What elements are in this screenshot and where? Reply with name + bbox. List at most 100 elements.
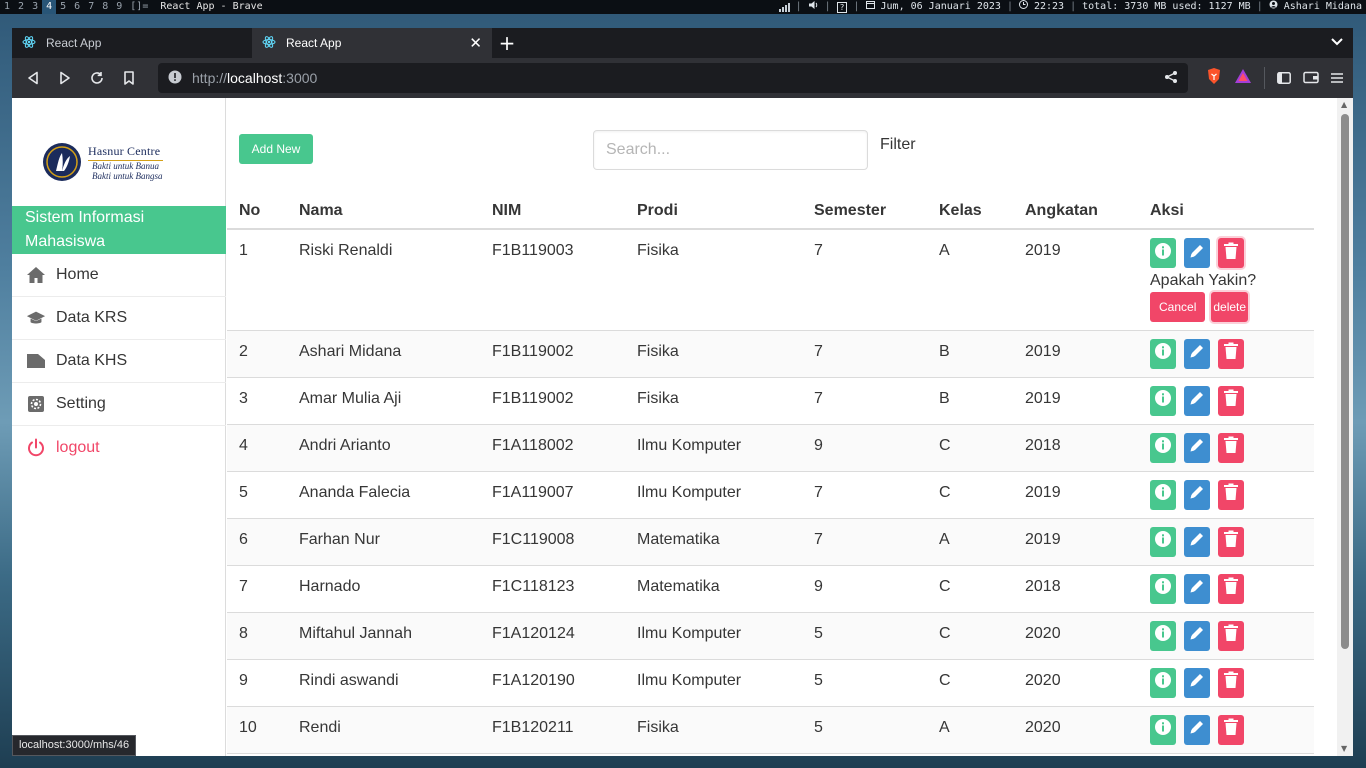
- cell-angkatan: 2020: [1013, 612, 1138, 660]
- detail-button[interactable]: [1150, 432, 1176, 463]
- gear-icon: [26, 394, 46, 414]
- delete-button[interactable]: [1218, 714, 1244, 745]
- sidebar-toggle-icon[interactable]: [1277, 69, 1291, 88]
- sidebar-item-home[interactable]: Home: [12, 254, 226, 297]
- detail-button[interactable]: [1150, 667, 1176, 698]
- sidebar-item-label: Setting: [56, 395, 106, 412]
- close-tab-icon[interactable]: ✕: [469, 34, 482, 52]
- edit-button[interactable]: [1184, 479, 1210, 510]
- delete-button[interactable]: [1218, 338, 1244, 369]
- bookmark-icon[interactable]: [116, 65, 142, 91]
- tab-react-app-1[interactable]: React App: [12, 28, 252, 58]
- edit-button[interactable]: [1184, 526, 1210, 557]
- edit-button[interactable]: [1184, 238, 1210, 268]
- reload-icon[interactable]: [84, 65, 110, 91]
- edit-button[interactable]: [1184, 667, 1210, 698]
- delete-button[interactable]: [1218, 238, 1244, 268]
- delete-button[interactable]: [1218, 385, 1244, 416]
- detail-button[interactable]: [1150, 338, 1176, 369]
- delete-button[interactable]: [1218, 573, 1244, 604]
- site-info-icon[interactable]: [168, 70, 182, 87]
- system-title-line-1: Sistem Informasi: [25, 209, 145, 226]
- workspace-7[interactable]: 7: [84, 0, 98, 14]
- sidebar-item-label: Data KRS: [56, 309, 128, 326]
- column-header-prodi: Prodi: [625, 193, 802, 230]
- scroll-down-icon[interactable]: ▼: [1341, 744, 1347, 753]
- forward-icon[interactable]: [52, 65, 78, 91]
- trash-icon: [1223, 624, 1239, 647]
- delete-button[interactable]: [1218, 526, 1244, 557]
- sidebar-item-logout[interactable]: logout: [12, 426, 226, 469]
- brave-rewards-icon[interactable]: [1234, 68, 1252, 88]
- cancel-button[interactable]: Cancel: [1150, 292, 1206, 322]
- edit-button[interactable]: [1184, 338, 1210, 369]
- edit-button[interactable]: [1184, 573, 1210, 604]
- workspace-1[interactable]: 1: [0, 0, 14, 14]
- detail-button[interactable]: [1150, 479, 1176, 510]
- detail-button[interactable]: [1150, 385, 1176, 416]
- workspace-3[interactable]: 3: [28, 0, 42, 14]
- time-text: 22:23: [1033, 1, 1065, 12]
- table-row: 10 Rendi F1B120211 Fisika 5 A 2020: [227, 706, 1314, 754]
- add-new-button[interactable]: Add New: [239, 134, 313, 164]
- detail-button[interactable]: [1150, 238, 1176, 268]
- share-icon[interactable]: [1164, 70, 1178, 87]
- workspace-5[interactable]: 5: [56, 0, 70, 14]
- trash-icon: [1223, 577, 1239, 600]
- tab-react-app-2[interactable]: React App ✕: [252, 28, 492, 58]
- sidebar-item-data-krs[interactable]: Data KRS: [12, 297, 226, 340]
- tab-strip: React App React App ✕ +: [12, 28, 1353, 58]
- cell-no: 3: [227, 377, 287, 425]
- edit-button[interactable]: [1184, 385, 1210, 416]
- cell-no: 9: [227, 659, 287, 707]
- workspace-6[interactable]: 6: [70, 0, 84, 14]
- hasnur-logo[interactable]: Hasnur Centre Bakti untuk Banua Bakti un…: [42, 138, 192, 186]
- detail-button[interactable]: [1150, 714, 1176, 745]
- delete-button[interactable]: [1218, 667, 1244, 698]
- url-text[interactable]: http://localhost:3000: [192, 70, 317, 86]
- table-body: 1 Riski Renaldi F1B119003 Fisika 7 A 2019 Apaka…: [227, 229, 1314, 754]
- edit-button[interactable]: [1184, 714, 1210, 745]
- edit-button[interactable]: [1184, 432, 1210, 463]
- detail-button[interactable]: [1150, 573, 1176, 604]
- back-icon[interactable]: [20, 65, 46, 91]
- new-tab-icon[interactable]: +: [492, 28, 522, 58]
- page-scrollbar[interactable]: ▲ ▼: [1337, 98, 1353, 756]
- delete-button[interactable]: [1218, 432, 1244, 463]
- pencil-icon: [1188, 530, 1206, 553]
- cell-aksi: [1138, 377, 1314, 425]
- menu-icon[interactable]: [1331, 69, 1343, 88]
- wallet-icon[interactable]: [1303, 69, 1319, 88]
- workspace-8[interactable]: 8: [98, 0, 112, 14]
- detail-button[interactable]: [1150, 620, 1176, 651]
- pencil-icon: [1188, 624, 1206, 647]
- calendar-icon: [865, 0, 875, 14]
- workspace-4[interactable]: 4: [42, 0, 57, 14]
- delete-button[interactable]: [1218, 479, 1244, 510]
- cell-kelas: B: [927, 330, 1013, 378]
- layout-indicator[interactable]: []=: [126, 0, 152, 14]
- cell-semester: 7: [802, 330, 927, 378]
- address-bar[interactable]: http://localhost:3000: [158, 63, 1188, 93]
- volume-icon[interactable]: [808, 0, 819, 15]
- chevron-down-icon[interactable]: [1331, 35, 1343, 49]
- cell-prodi: Ilmu Komputer: [625, 659, 802, 707]
- scroll-up-icon[interactable]: ▲: [1341, 100, 1347, 109]
- delete-button[interactable]: [1218, 620, 1244, 651]
- status-area: | | ? | Jum, 06 Januari 2023 | 22:23 | t…: [778, 0, 1366, 15]
- help-icon[interactable]: ?: [836, 1, 848, 13]
- brave-shields-icon[interactable]: [1206, 67, 1222, 89]
- search-input[interactable]: [593, 130, 868, 170]
- sidebar-item-data-khs[interactable]: Data KHS: [12, 340, 226, 383]
- workspace-9[interactable]: 9: [112, 0, 126, 14]
- scrollbar-thumb[interactable]: [1341, 114, 1349, 649]
- table-row: 8 Miftahul Jannah F1A120124 Ilmu Komputer 5 C…: [227, 612, 1314, 660]
- detail-button[interactable]: [1150, 526, 1176, 557]
- sidebar-item-setting[interactable]: Setting: [12, 383, 226, 426]
- edit-button[interactable]: [1184, 620, 1210, 651]
- info-icon: [1154, 671, 1172, 694]
- workspace-2[interactable]: 2: [14, 0, 28, 14]
- row-actions: [1150, 479, 1314, 510]
- cell-no: 6: [227, 518, 287, 566]
- confirm-delete-button[interactable]: delete: [1211, 292, 1249, 322]
